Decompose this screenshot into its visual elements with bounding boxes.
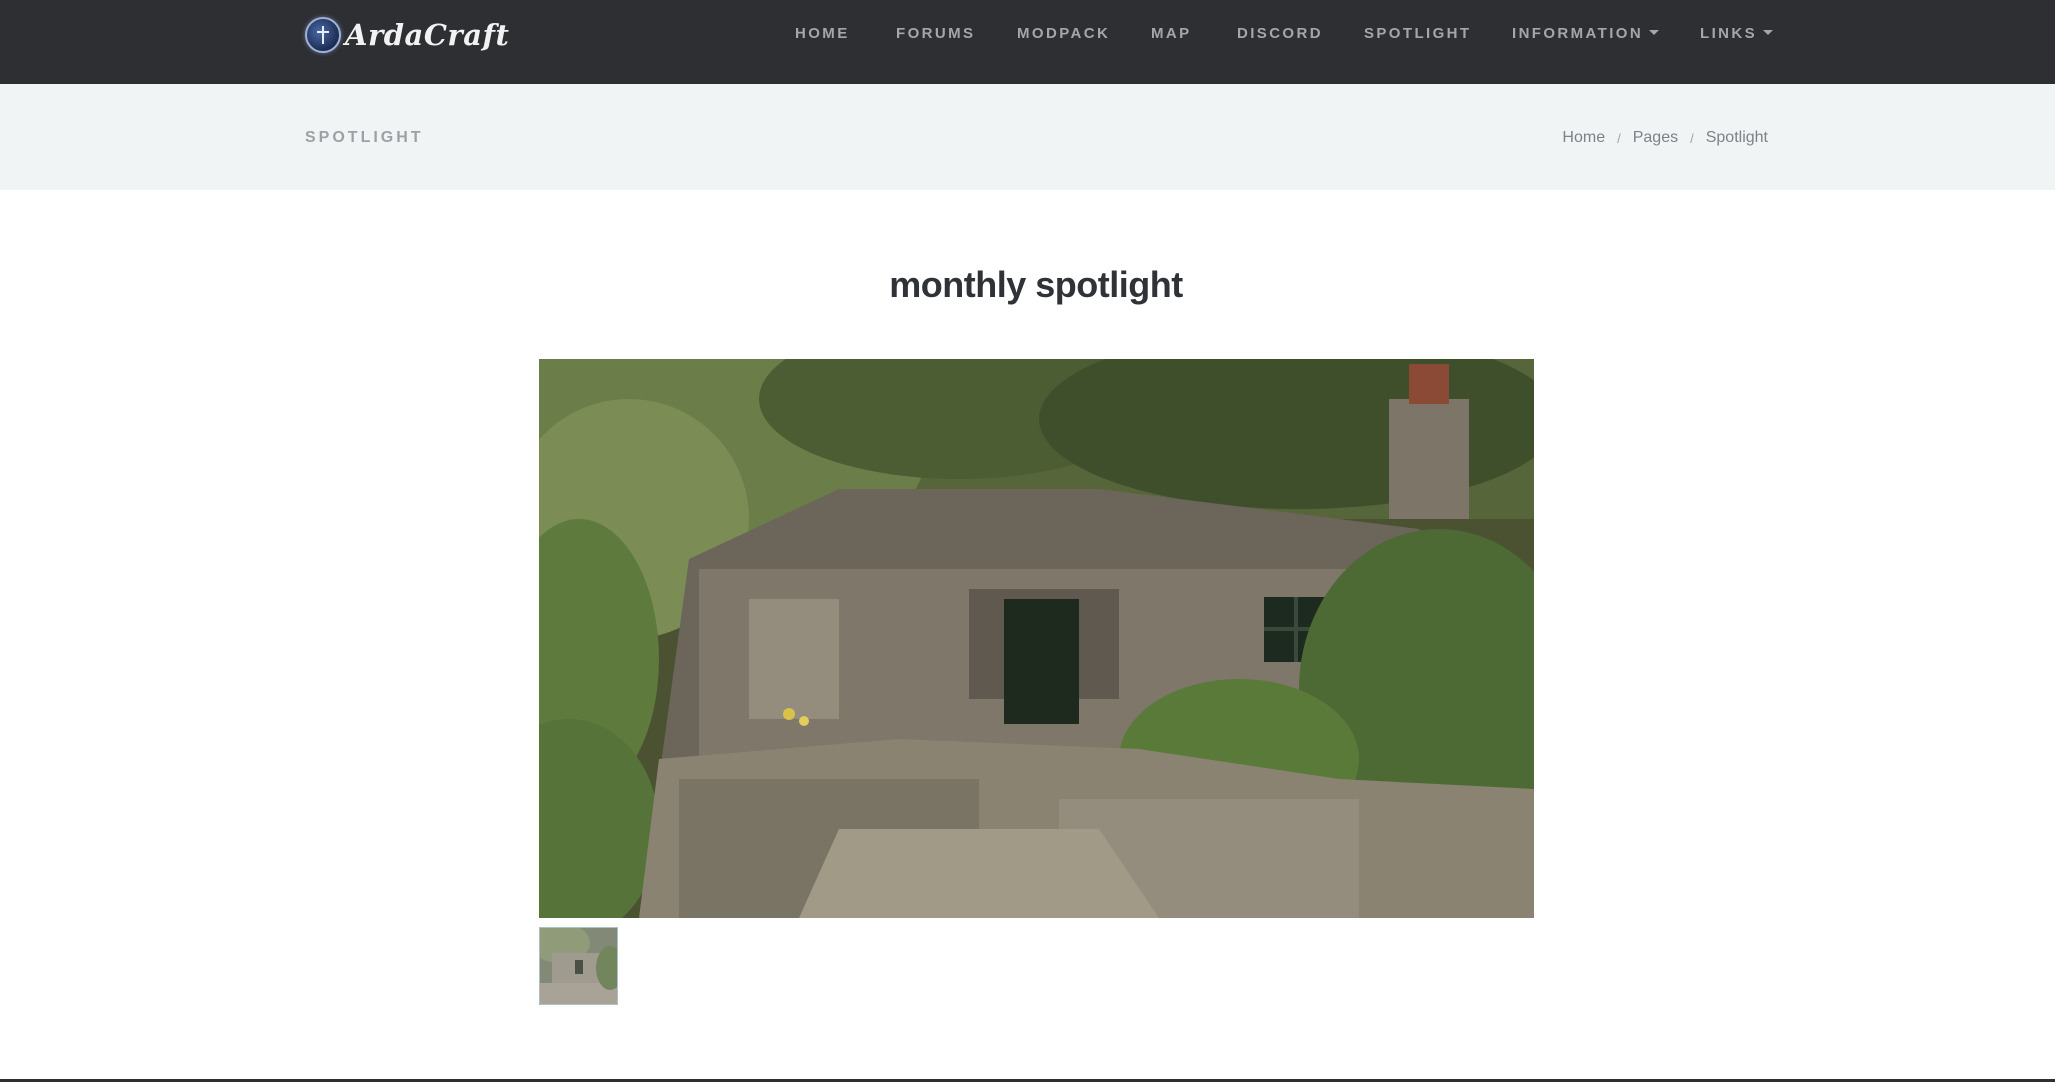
- brand-logo[interactable]: ArdaCraft: [305, 15, 509, 55]
- breadcrumb-home[interactable]: Home: [1562, 129, 1605, 147]
- page-label: SPOTLIGHT: [305, 129, 424, 146]
- nav-map[interactable]: MAP: [1151, 25, 1192, 42]
- breadcrumb-spotlight: Spotlight: [1705, 129, 1768, 146]
- nav-spotlight[interactable]: SPOTLIGHT: [1364, 25, 1471, 42]
- breadcrumb-separator: /: [1617, 130, 1621, 146]
- nav-information[interactable]: INFORMATION: [1512, 25, 1660, 42]
- top-navbar: ArdaCraft HOME FORUMS MODPACK MAP DISCOR…: [0, 0, 2055, 84]
- spotlight-main-image[interactable]: [539, 359, 1534, 918]
- ardacraft-emblem-icon: [305, 17, 341, 53]
- nav-modpack[interactable]: MODPACK: [1017, 25, 1110, 42]
- nav-discord[interactable]: DISCORD: [1237, 25, 1323, 42]
- nav-forums[interactable]: FORUMS: [896, 25, 975, 42]
- breadcrumb-separator: /: [1690, 130, 1694, 146]
- nav-information-label: INFORMATION: [1512, 25, 1644, 42]
- breadcrumb: Home / Pages / Spotlight: [1562, 129, 1768, 147]
- spotlight-thumbnail[interactable]: [539, 927, 618, 1005]
- caret-down-icon: [1763, 29, 1773, 35]
- nav-home[interactable]: HOME: [795, 25, 850, 42]
- page-title: monthly spotlight: [889, 264, 1183, 305]
- caret-down-icon: [1649, 29, 1660, 35]
- breadcrumb-pages[interactable]: Pages: [1633, 129, 1678, 147]
- nav-links-label: LINKS: [1700, 25, 1757, 42]
- nav-links[interactable]: LINKS: [1700, 25, 1773, 42]
- brand-name: ArdaCraft: [345, 18, 510, 52]
